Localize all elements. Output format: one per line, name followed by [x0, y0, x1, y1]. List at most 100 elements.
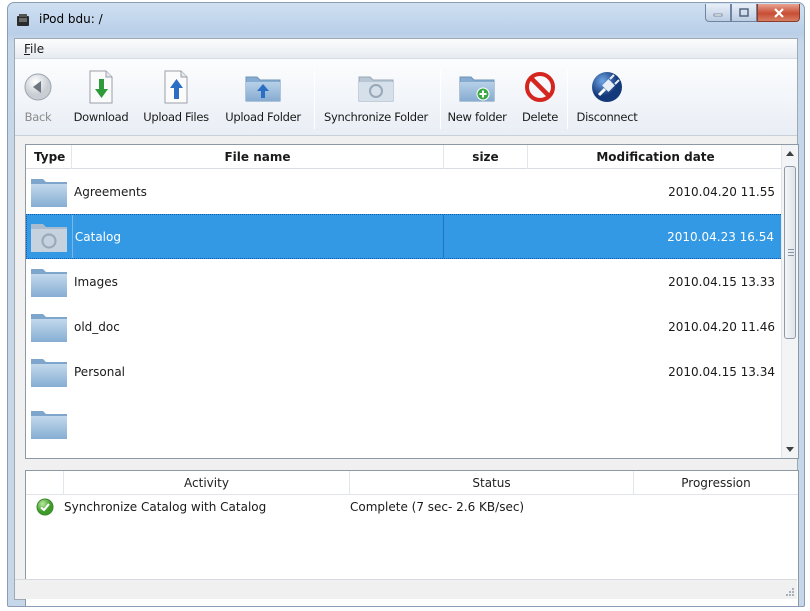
sync-folder-icon [31, 223, 68, 252]
activity-row[interactable]: Synchronize Catalog with Catalog Complet… [26, 495, 798, 519]
column-header-activity[interactable]: Activity [64, 471, 350, 495]
new-folder-button[interactable]: New folder [446, 65, 508, 131]
disconnect-label: Disconnect [576, 110, 638, 124]
type-cell [26, 394, 72, 439]
back-label: Back [24, 110, 52, 124]
download-label: Download [73, 110, 129, 124]
close-button[interactable] [757, 4, 800, 22]
table-row-partial[interactable] [26, 394, 783, 439]
upload-folder-icon [245, 76, 281, 102]
folder-icon [31, 313, 67, 342]
date-cell: 2010.04.20 11.46 [668, 319, 775, 334]
maximize-icon [739, 8, 749, 17]
new-folder-label: New folder [447, 110, 507, 124]
toolbar-separator [440, 69, 441, 129]
activity-cell: Synchronize Catalog with Catalog [64, 500, 267, 514]
file-list-body: Agreements 2010.04.20 11.55 Catalog 2010… [26, 169, 783, 458]
title-bar[interactable]: iPod bdu: / [8, 3, 804, 35]
client-area: File Back Download Upload Files Upload F… [14, 38, 799, 606]
table-row[interactable]: Images 2010.04.15 13.33 [26, 259, 783, 304]
delete-icon [525, 72, 555, 102]
scroll-grip [788, 249, 794, 256]
status-cell: Complete (7 sec- 2.6 KB/sec) [350, 500, 525, 514]
file-name-cell: old_doc [74, 319, 120, 334]
menu-bar: File [15, 39, 797, 59]
file-name-cell: Agreements [74, 184, 147, 199]
date-cell: 2010.04.15 13.34 [668, 364, 775, 379]
file-name-cell: Images [74, 274, 118, 289]
minimize-icon [713, 13, 723, 16]
type-cell [26, 349, 72, 394]
table-row[interactable]: Personal 2010.04.15 13.34 [26, 349, 783, 394]
toolbar: Back Download Upload Files Upload Folder… [15, 59, 797, 136]
chevron-down-icon [786, 447, 794, 452]
column-header-icon[interactable] [26, 471, 64, 495]
date-cell: 2010.04.15 13.33 [668, 274, 775, 289]
toolbar-separator [314, 69, 315, 129]
type-cell [26, 169, 72, 214]
upload-files-label: Upload Files [143, 110, 209, 124]
check-circle-icon [36, 498, 54, 516]
folder-icon [31, 268, 67, 297]
table-row[interactable]: Agreements 2010.04.20 11.55 [26, 169, 783, 214]
scroll-up-button[interactable] [782, 145, 798, 162]
menu-file-rest: ile [30, 41, 45, 56]
delete-button[interactable]: Delete [518, 65, 562, 131]
file-list-header: Type File name size Modification date [26, 145, 783, 169]
resize-grip-icon[interactable] [784, 586, 795, 597]
size-cell [444, 349, 528, 394]
column-header-file-name[interactable]: File name [72, 145, 444, 169]
column-header-type[interactable]: Type [26, 145, 72, 169]
chevron-up-icon [786, 151, 794, 156]
window-title: iPod bdu: / [39, 12, 103, 26]
size-cell [444, 215, 528, 258]
upload-files-button[interactable]: Upload Files [141, 65, 211, 131]
maximize-button[interactable] [731, 4, 757, 22]
size-cell [444, 304, 528, 349]
scroll-down-button[interactable] [782, 441, 798, 458]
synchronize-folder-label: Synchronize Folder [324, 110, 428, 124]
type-cell [27, 215, 73, 258]
folder-icon [31, 178, 67, 207]
folder-icon [31, 411, 67, 439]
new-folder-icon [459, 76, 495, 102]
file-name-cell: Personal [74, 364, 126, 379]
date-cell: 2010.04.23 16.54 [667, 229, 775, 244]
column-header-modification-date[interactable]: Modification date [528, 145, 783, 169]
menu-file[interactable]: File [21, 42, 47, 56]
download-button[interactable]: Download [71, 65, 131, 131]
window-controls [705, 4, 800, 24]
upload-folder-button[interactable]: Upload Folder [223, 65, 303, 131]
back-button[interactable]: Back [21, 65, 55, 131]
toolbar-separator [567, 69, 568, 129]
file-list[interactable]: Type File name size Modification date Ag… [25, 144, 799, 459]
size-cell [444, 169, 528, 214]
back-arrow-icon [24, 73, 52, 101]
sync-folder-icon [358, 76, 394, 102]
table-row[interactable]: old_doc 2010.04.20 11.46 [26, 304, 783, 349]
activity-header: Activity Status Progression [26, 471, 798, 495]
close-icon [773, 7, 784, 18]
upload-file-icon [164, 70, 188, 104]
disconnect-plug-icon [592, 72, 622, 102]
status-icon-cell [26, 498, 64, 516]
status-bar [15, 579, 797, 599]
delete-label: Delete [522, 110, 558, 124]
file-name-cell: Catalog [73, 215, 444, 258]
ipod-icon [17, 14, 29, 26]
column-header-size[interactable]: size [444, 145, 528, 169]
date-cell: 2010.04.20 11.55 [668, 184, 775, 199]
size-cell [444, 259, 528, 304]
download-icon [89, 70, 113, 104]
column-header-progression[interactable]: Progression [634, 471, 798, 495]
vertical-scrollbar[interactable] [781, 145, 798, 458]
minimize-button[interactable] [705, 4, 731, 22]
table-row[interactable]: Catalog 2010.04.23 16.54 [26, 214, 783, 259]
column-header-status[interactable]: Status [350, 471, 634, 495]
upload-folder-label: Upload Folder [225, 110, 301, 124]
disconnect-button[interactable]: Disconnect [575, 65, 639, 131]
type-cell [26, 304, 72, 349]
synchronize-folder-button[interactable]: Synchronize Folder [321, 65, 431, 131]
folder-icon [31, 358, 67, 387]
scrollbar-thumb[interactable] [784, 166, 796, 339]
